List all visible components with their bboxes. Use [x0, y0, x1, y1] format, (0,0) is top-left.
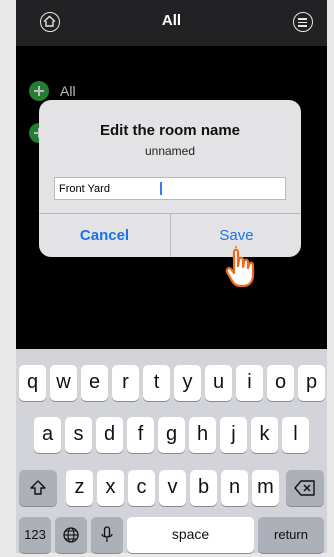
key-g[interactable]: g	[158, 417, 185, 453]
cancel-button[interactable]: Cancel	[39, 214, 170, 257]
page-title: All	[161, 12, 182, 29]
key-i[interactable]: i	[236, 365, 263, 401]
key-o[interactable]: o	[267, 365, 294, 401]
room-name-input[interactable]	[54, 177, 286, 200]
key-h[interactable]: h	[189, 417, 216, 453]
key-e[interactable]: e	[81, 365, 108, 401]
key-j[interactable]: j	[220, 417, 247, 453]
text-cursor	[160, 182, 162, 195]
key-m[interactable]: m	[252, 470, 279, 506]
dictation-key[interactable]	[91, 517, 123, 553]
globe-icon	[63, 527, 79, 543]
list-item-label: All	[60, 83, 76, 99]
key-f[interactable]: f	[127, 417, 154, 453]
key-z[interactable]: z	[66, 470, 93, 506]
menu-icon[interactable]	[293, 12, 313, 32]
key-s[interactable]: s	[65, 417, 92, 453]
key-y[interactable]: y	[174, 365, 201, 401]
shift-icon	[30, 480, 46, 495]
key-t[interactable]: t	[143, 365, 170, 401]
key-u[interactable]: u	[205, 365, 232, 401]
dialog-subtitle: unnamed	[144, 144, 196, 158]
shift-key[interactable]	[19, 470, 57, 506]
key-d[interactable]: d	[96, 417, 123, 453]
backspace-key[interactable]	[286, 470, 324, 506]
microphone-icon	[101, 526, 113, 542]
key-q[interactable]: q	[19, 365, 46, 401]
key-k[interactable]: k	[251, 417, 278, 453]
key-c[interactable]: c	[128, 470, 155, 506]
space-key[interactable]: space	[127, 517, 254, 553]
key-x[interactable]: x	[97, 470, 124, 506]
key-w[interactable]: w	[50, 365, 77, 401]
dialog-title: Edit the room name	[99, 122, 241, 139]
add-icon[interactable]	[29, 81, 49, 101]
return-key[interactable]: return	[258, 517, 324, 553]
globe-key[interactable]	[55, 517, 87, 553]
key-p[interactable]: p	[298, 365, 325, 401]
key-a[interactable]: a	[34, 417, 61, 453]
top-bar: All	[16, 0, 327, 46]
numbers-key[interactable]: 123	[19, 517, 51, 553]
list-item[interactable]: All	[29, 81, 76, 101]
key-b[interactable]: b	[190, 470, 217, 506]
backspace-icon	[294, 480, 315, 496]
key-n[interactable]: n	[221, 470, 248, 506]
rename-room-dialog: Edit the room name unnamed Cancel Save	[39, 100, 301, 257]
pointer-hand-icon	[225, 246, 255, 288]
onscreen-keyboard: qwertyuiop asdfghjkl zxcvbnm 123 space r…	[16, 349, 327, 553]
key-v[interactable]: v	[159, 470, 186, 506]
key-r[interactable]: r	[112, 365, 139, 401]
key-l[interactable]: l	[282, 417, 309, 453]
